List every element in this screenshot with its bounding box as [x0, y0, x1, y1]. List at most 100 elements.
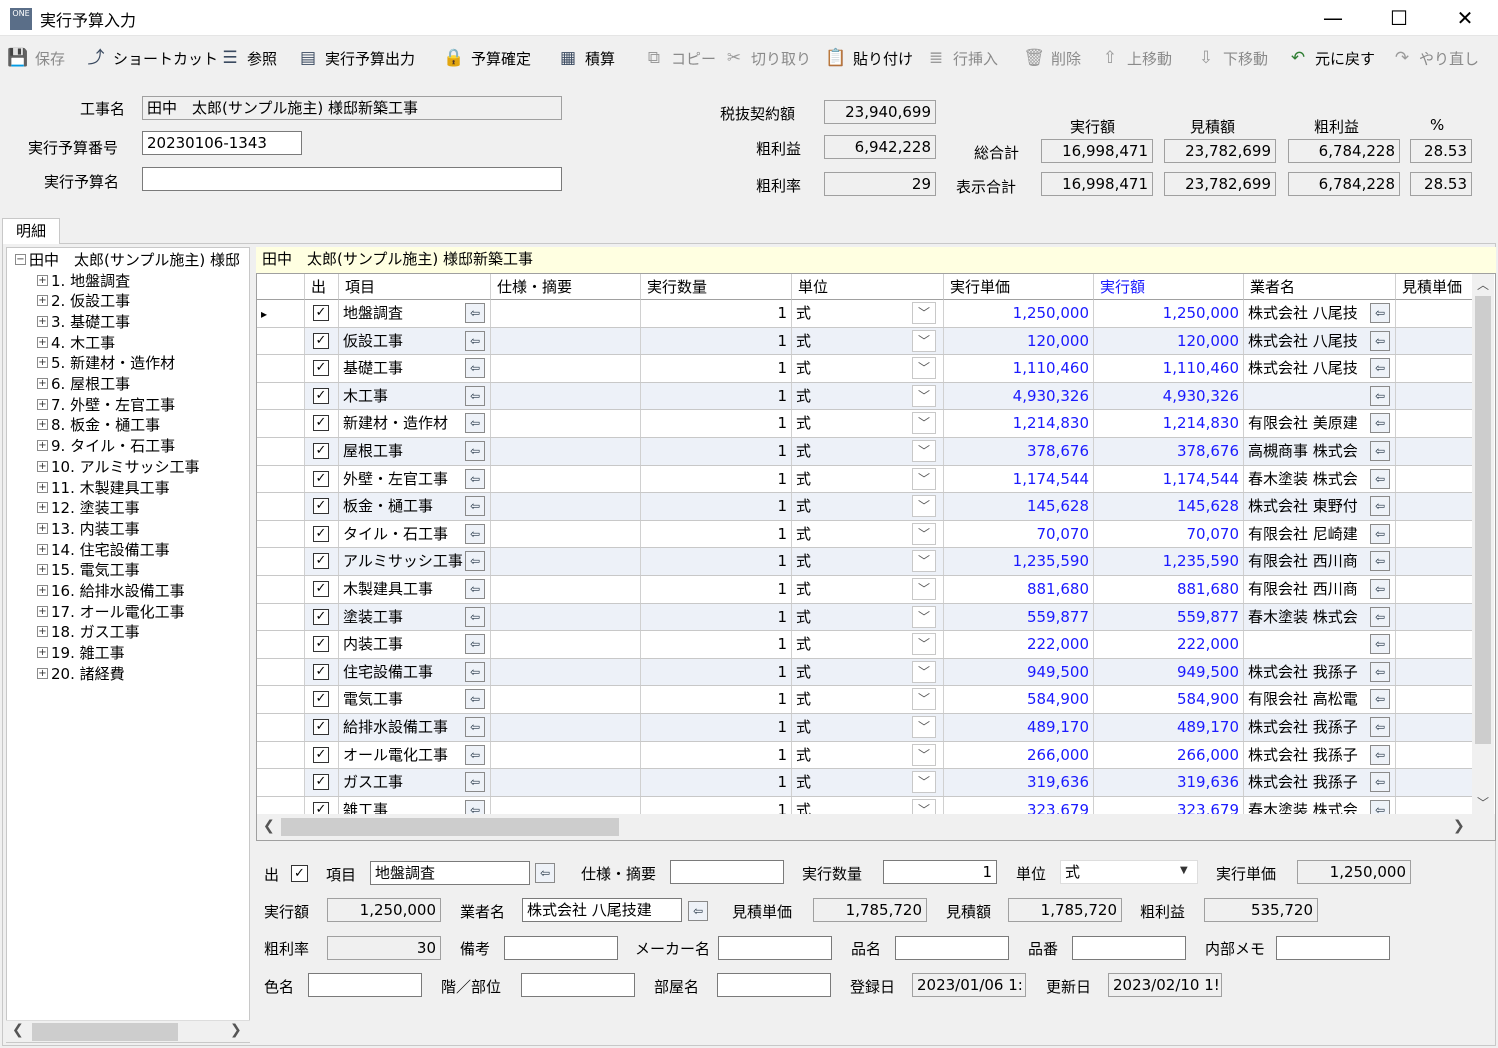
qty-cell[interactable]: 1 — [641, 741, 792, 769]
vendor-picker-icon[interactable]: ⇦ — [1370, 551, 1390, 572]
item-picker-icon[interactable]: ⇦ — [465, 606, 485, 627]
price-cell[interactable]: 145,628 — [944, 493, 1094, 520]
toolbar-paste-button[interactable]: 📋 貼り付け — [824, 44, 913, 72]
tree-item[interactable]: +13. 内装工事 — [37, 518, 140, 538]
grid-vscrollbar[interactable]: ︿ ﹀ — [1472, 274, 1494, 814]
qty-cell[interactable]: 1 — [641, 769, 792, 796]
vendor-cell[interactable]: 有限会社 美原建 ⇦ — [1244, 410, 1396, 437]
toolbar-undo-button[interactable]: ↶ 元に戻す — [1286, 44, 1375, 72]
tree-item[interactable]: +5. 新建材・造作材 — [37, 353, 175, 373]
row-selector[interactable] — [257, 465, 305, 493]
column-header-price[interactable]: 実行単価 — [944, 274, 1094, 300]
vendor-cell[interactable]: ⇦ — [1244, 631, 1396, 658]
detail-room-field[interactable] — [717, 973, 831, 997]
vendor-picker-icon[interactable]: ⇦ — [1370, 661, 1390, 682]
unit-cell[interactable]: 式 ﹀ — [792, 548, 944, 575]
out-checkbox[interactable]: ✓ — [313, 553, 329, 570]
scroll-right-icon[interactable]: ❯ — [1453, 818, 1465, 834]
out-checkbox[interactable]: ✓ — [313, 332, 329, 349]
item-picker-icon[interactable]: ⇦ — [465, 744, 485, 765]
chevron-down-icon[interactable]: ﹀ — [912, 771, 936, 794]
unit-cell[interactable]: 式 ﹀ — [792, 410, 944, 437]
item-cell[interactable]: 仮設工事 ⇦ — [339, 327, 491, 355]
spec-cell[interactable] — [491, 300, 641, 327]
qty-cell[interactable]: 1 — [641, 438, 792, 465]
qty-cell[interactable]: 1 — [641, 520, 792, 548]
tree-root[interactable]: − 田中 太郎(サンプル施主) 様邸 — [15, 249, 240, 269]
expand-icon[interactable]: + — [37, 543, 48, 555]
unit-cell[interactable]: 式 ﹀ — [792, 741, 944, 769]
unit-cell[interactable]: 式 ﹀ — [792, 603, 944, 631]
item-cell[interactable]: 板金・樋工事 ⇦ — [339, 493, 491, 520]
vendor-picker-icon[interactable]: ⇦ — [1370, 468, 1390, 489]
tab-detail[interactable]: 明細 — [2, 218, 60, 244]
toolbar-copy-button[interactable]: ⧉ コピー — [642, 44, 716, 72]
expand-icon[interactable]: + — [37, 481, 48, 493]
expand-icon[interactable]: + — [37, 667, 48, 679]
detail-qty-field[interactable]: 1 — [883, 860, 997, 884]
price-cell[interactable]: 266,000 — [944, 741, 1094, 769]
item-picker-icon[interactable]: ⇦ — [465, 358, 485, 379]
est-price-cell[interactable] — [1396, 631, 1476, 658]
toolbar-calc-button[interactable]: ▦ 積算 — [556, 44, 615, 72]
toolbar-lock-button[interactable]: 🔒 予算確定 — [442, 44, 531, 72]
est-price-cell[interactable] — [1396, 382, 1476, 410]
qty-cell[interactable]: 1 — [641, 382, 792, 410]
vendor-cell[interactable]: 株式会社 八尾技 ⇦ — [1244, 327, 1396, 355]
price-cell[interactable]: 319,636 — [944, 769, 1094, 796]
expand-icon[interactable]: + — [37, 626, 48, 638]
item-picker-icon[interactable]: ⇦ — [465, 689, 485, 710]
row-selector[interactable] — [257, 658, 305, 686]
vendor-picker-icon[interactable]: ⇦ — [1370, 523, 1390, 544]
expand-icon[interactable]: + — [37, 378, 48, 389]
chevron-down-icon[interactable]: ﹀ — [912, 550, 936, 573]
tree-item[interactable]: +11. 木製建具工事 — [37, 477, 170, 497]
item-cell[interactable]: 内装工事 ⇦ — [339, 631, 491, 658]
unit-cell[interactable]: 式 ﹀ — [792, 382, 944, 410]
chevron-down-icon[interactable]: ﹀ — [912, 357, 936, 380]
qty-cell[interactable]: 1 — [641, 714, 792, 741]
detail-vendor-field[interactable]: 株式会社 八尾技建 — [522, 898, 682, 922]
toolbar-shortcut-button[interactable]: ⤴ ショートカット — [84, 44, 219, 72]
chevron-down-icon[interactable]: ﹀ — [912, 716, 936, 738]
out-checkbox[interactable]: ✓ — [313, 387, 329, 404]
grid-hscrollbar[interactable]: ❮ ❯ — [257, 814, 1495, 840]
row-selector[interactable] — [257, 714, 305, 741]
scroll-up-icon[interactable]: ︿ — [1477, 276, 1489, 293]
item-cell[interactable]: 給排水設備工事 ⇦ — [339, 714, 491, 741]
row-selector[interactable] — [257, 382, 305, 410]
spec-cell[interactable] — [491, 548, 641, 575]
item-cell[interactable]: 地盤調査 ⇦ — [339, 300, 491, 327]
table-row[interactable]: ✓ 外壁・左官工事 ⇦ 1 式 ﹀ 1,174,544 1,174,544 春木塗装 株式会 ⇦ — [257, 465, 1477, 494]
spec-cell[interactable] — [491, 714, 641, 741]
est-price-cell[interactable] — [1396, 658, 1476, 686]
expand-icon[interactable]: + — [37, 605, 48, 617]
price-cell[interactable]: 4,930,326 — [944, 382, 1094, 410]
est-price-cell[interactable] — [1396, 576, 1476, 603]
price-cell[interactable]: 1,110,460 — [944, 355, 1094, 382]
toolbar-redo-button[interactable]: ↷ やり直し — [1390, 44, 1479, 72]
row-header-corner[interactable] — [257, 274, 305, 300]
column-header-unit[interactable]: 単位 — [792, 274, 944, 300]
out-checkbox[interactable]: ✓ — [313, 691, 329, 708]
item-picker-icon[interactable]: ⇦ — [465, 551, 485, 572]
expand-icon[interactable]: + — [37, 419, 48, 431]
spec-cell[interactable] — [491, 631, 641, 658]
vendor-picker-icon[interactable]: ⇦ — [1370, 358, 1390, 379]
qty-cell[interactable]: 1 — [641, 300, 792, 327]
vendor-cell[interactable]: 有限会社 西川商 ⇦ — [1244, 548, 1396, 575]
column-header-amount[interactable]: 実行額 — [1094, 274, 1244, 300]
est-price-cell[interactable] — [1396, 714, 1476, 741]
collapse-icon[interactable]: − — [15, 253, 26, 265]
qty-cell[interactable]: 1 — [641, 631, 792, 658]
row-selector[interactable] — [257, 769, 305, 796]
out-checkbox[interactable]: ✓ — [313, 470, 329, 487]
qty-cell[interactable]: 1 — [641, 576, 792, 603]
project-name-field[interactable]: 田中 太郎(サンプル施主) 様邸新築工事 — [142, 96, 562, 120]
chevron-down-icon[interactable]: ﹀ — [912, 633, 936, 656]
tree-item[interactable]: +2. 仮設工事 — [37, 291, 130, 311]
tree-item[interactable]: +20. 諸経費 — [37, 663, 125, 683]
est-price-cell[interactable] — [1396, 548, 1476, 575]
vendor-picker-icon[interactable]: ⇦ — [1370, 689, 1390, 710]
table-row[interactable]: ✓ 新建材・造作材 ⇦ 1 式 ﹀ 1,214,830 1,214,830 有限会社 美原建 ⇦ — [257, 410, 1477, 438]
